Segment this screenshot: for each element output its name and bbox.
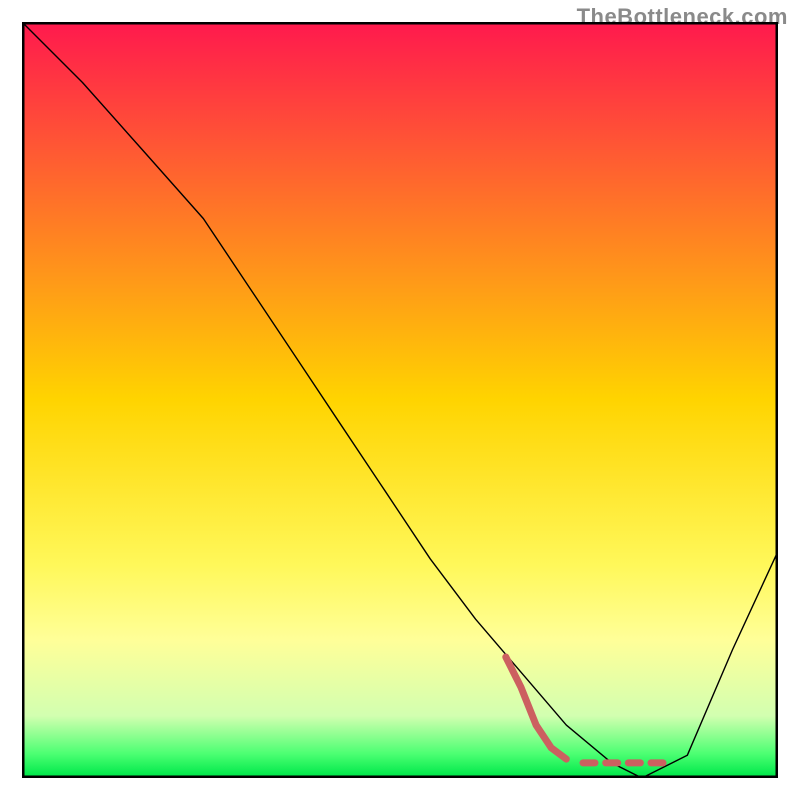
gradient-background (24, 24, 776, 776)
plot-area (22, 22, 778, 778)
chart-svg (22, 22, 778, 778)
chart-stage: TheBottleneck.com (0, 0, 800, 800)
